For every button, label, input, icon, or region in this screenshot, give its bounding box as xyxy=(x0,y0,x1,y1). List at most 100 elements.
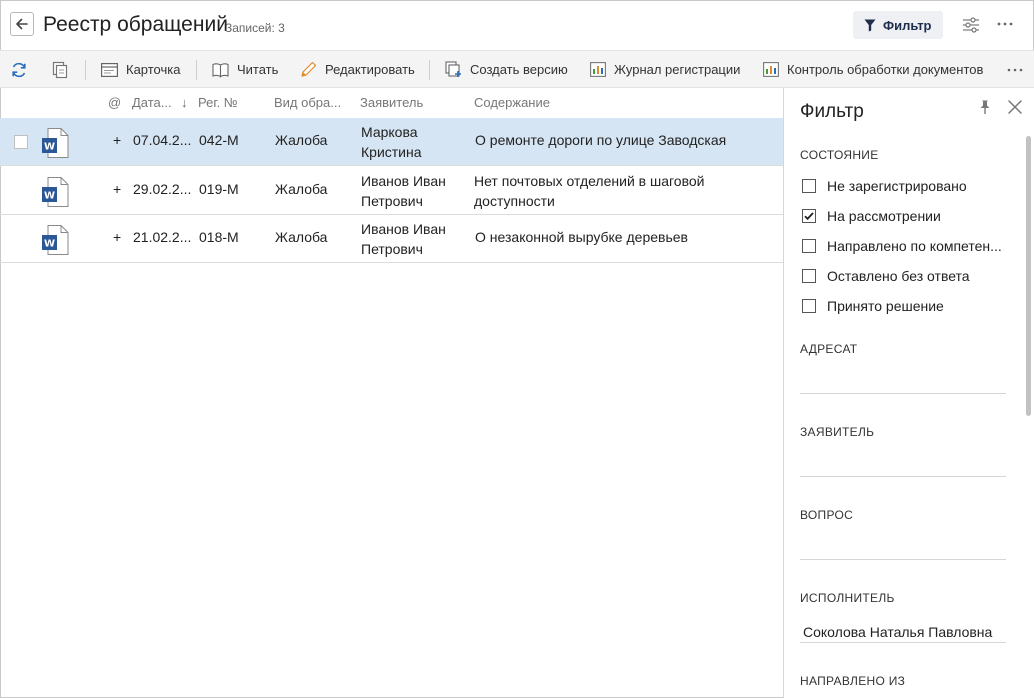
cell-content: О ремонте дороги по улице Заводская xyxy=(475,132,727,148)
table-row[interactable]: W + 29.02.2... 019-М Жалоба Иванов Иван … xyxy=(0,167,783,215)
card-button[interactable]: Карточка xyxy=(101,51,180,88)
refresh-button[interactable] xyxy=(10,51,28,88)
row-checkbox[interactable] xyxy=(14,135,28,149)
cell-content: Нет почтовых отделений в шаговой доступн… xyxy=(474,173,705,209)
records-count: Записей: 3 xyxy=(225,21,285,35)
new-version-icon xyxy=(445,61,461,77)
processing-control-button[interactable]: Контроль обработки документов xyxy=(763,51,983,88)
svg-text:W: W xyxy=(44,239,55,250)
chart-report-icon xyxy=(590,62,606,77)
state-option-directed[interactable]: Направлено по компетен... xyxy=(802,236,1002,256)
svg-text:W: W xyxy=(44,191,55,202)
checkbox[interactable] xyxy=(802,239,816,253)
pencil-icon xyxy=(301,61,317,77)
applicant-label: ЗАЯВИТЕЛЬ xyxy=(800,425,875,439)
cell-type: Жалоба xyxy=(275,229,328,245)
addressee-field-underline xyxy=(800,393,1006,394)
funnel-icon xyxy=(864,19,876,31)
close-filter-button[interactable] xyxy=(1006,98,1024,116)
state-option-label: Оставлено без ответа xyxy=(827,268,970,284)
card-icon xyxy=(101,62,118,77)
toolbar: Карточка Читать Редактировать Создать ве… xyxy=(0,50,1034,88)
question-label: ВОПРОС xyxy=(800,508,854,522)
filter-button-label: Фильтр xyxy=(883,17,932,33)
row-expand-plus[interactable]: + xyxy=(113,132,121,148)
edit-button[interactable]: Редактировать xyxy=(300,51,415,88)
cell-date: 21.02.2... xyxy=(133,229,192,245)
state-option-label: Не зарегистрировано xyxy=(827,178,967,194)
column-header-attachment[interactable]: @ xyxy=(108,88,121,118)
refresh-icon xyxy=(12,62,26,77)
column-header-applicant[interactable]: Заявитель xyxy=(360,88,423,118)
cell-reg-no: 042-М xyxy=(199,132,239,148)
checkbox-checked[interactable] xyxy=(802,209,816,223)
back-button[interactable] xyxy=(10,12,34,36)
cell-reg-no: 019-М xyxy=(199,181,239,197)
chart-report-icon xyxy=(763,62,779,77)
page-title: Реестр обращений xyxy=(43,13,228,36)
checkmark-icon xyxy=(804,212,814,221)
checkbox[interactable] xyxy=(802,269,816,283)
card-button-label: Карточка xyxy=(126,62,181,77)
toolbar-more-button[interactable] xyxy=(1006,51,1024,88)
state-option-no-answer[interactable]: Оставлено без ответа xyxy=(802,266,970,286)
row-expand-plus[interactable]: + xyxy=(113,181,121,197)
state-option-label: Направлено по компетен... xyxy=(827,238,1002,254)
cell-applicant: Маркова Кристина xyxy=(361,124,422,160)
directed-from-label: НАПРАВЛЕНО ИЗ xyxy=(800,674,906,688)
word-document-icon: W xyxy=(42,128,69,158)
ellipsis-icon xyxy=(1007,68,1023,71)
state-option-label: На рассмотрении xyxy=(827,208,941,224)
word-document-icon: W xyxy=(42,225,69,255)
read-button[interactable]: Читать xyxy=(212,51,278,88)
executor-field[interactable]: Соколова Наталья Павловна xyxy=(803,624,992,640)
cell-applicant: Иванов Иван Петрович xyxy=(361,221,446,257)
registration-log-label: Журнал регистрации xyxy=(614,62,741,77)
applicant-field-underline xyxy=(800,476,1006,477)
more-options-button[interactable] xyxy=(994,13,1016,35)
arrow-left-icon xyxy=(16,18,28,30)
sort-desc-icon[interactable]: ↓ xyxy=(181,88,188,118)
state-option-not-registered[interactable]: Не зарегистрировано xyxy=(802,176,967,196)
create-version-label: Создать версию xyxy=(470,62,568,77)
cell-date: 29.02.2... xyxy=(133,181,192,197)
state-option-under-review[interactable]: На рассмотрении xyxy=(802,206,941,226)
close-icon xyxy=(1008,100,1022,114)
book-icon xyxy=(212,62,229,77)
toolbar-divider xyxy=(196,60,197,80)
cell-reg-no: 018-М xyxy=(199,229,239,245)
create-version-button[interactable]: Создать версию xyxy=(445,51,568,88)
settings-button[interactable] xyxy=(960,14,982,36)
column-header-reg-no[interactable]: Рег. № xyxy=(198,88,238,118)
records-table: @ Дата... ↓ Рег. № Вид обра... Заявитель… xyxy=(0,88,783,698)
state-option-decided[interactable]: Принято решение xyxy=(802,296,944,316)
toolbar-divider xyxy=(429,60,430,80)
pin-button[interactable] xyxy=(977,99,993,115)
column-header-date[interactable]: Дата... xyxy=(132,88,172,118)
row-expand-plus[interactable]: + xyxy=(113,229,121,245)
word-document-icon: W xyxy=(42,177,69,207)
state-option-label: Принято решение xyxy=(827,298,944,314)
column-header-content[interactable]: Содержание xyxy=(474,88,550,118)
checkbox[interactable] xyxy=(802,179,816,193)
filter-scrollbar-thumb[interactable] xyxy=(1026,136,1031,416)
cell-type: Жалоба xyxy=(275,181,328,197)
addressee-label: АДРЕСАТ xyxy=(800,342,858,356)
table-row[interactable]: W + 21.02.2... 018-М Жалоба Иванов Иван … xyxy=(0,215,783,263)
cell-applicant: Иванов Иван Петрович xyxy=(361,173,446,209)
state-section-label: СОСТОЯНИЕ xyxy=(800,148,879,162)
filter-button[interactable]: Фильтр xyxy=(853,11,943,39)
column-header-type[interactable]: Вид обра... xyxy=(274,88,341,118)
ellipsis-icon xyxy=(997,22,1013,26)
copy-button[interactable] xyxy=(52,51,68,88)
copy-icon xyxy=(52,61,68,78)
cell-content: О незаконной вырубке деревьев xyxy=(475,229,688,245)
checkbox[interactable] xyxy=(802,299,816,313)
read-button-label: Читать xyxy=(237,62,279,77)
question-field-underline xyxy=(800,559,1006,560)
processing-control-label: Контроль обработки документов xyxy=(787,62,984,77)
table-row[interactable]: W + 07.04.2... 042-М Жалоба Маркова Крис… xyxy=(0,118,783,166)
svg-text:W: W xyxy=(44,142,55,153)
sliders-icon xyxy=(963,17,979,33)
registration-log-button[interactable]: Журнал регистрации xyxy=(590,51,740,88)
